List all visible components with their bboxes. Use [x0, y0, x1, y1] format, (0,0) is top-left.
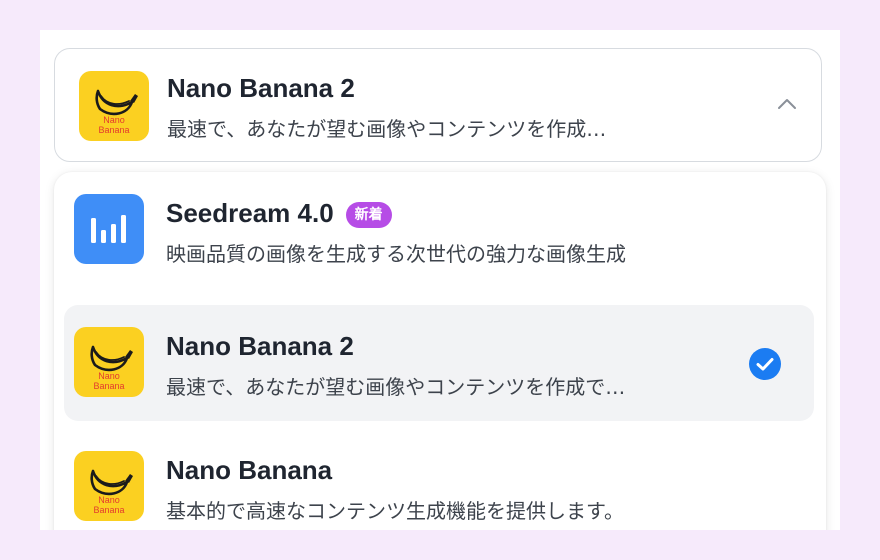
- option-title: Nano Banana: [166, 455, 333, 485]
- new-badge: 新着: [345, 202, 392, 228]
- option-nano-banana-2[interactable]: Nano Banana Nano Banana 2 最速で、あなたが望む画像やコ…: [64, 305, 814, 421]
- logo-text-line1: Nano: [103, 115, 125, 125]
- option-seedream-4-0[interactable]: Seedream 4.0 新着 映画品質の画像を生成する次世代の強力な画像生成: [64, 172, 814, 288]
- option-title: Nano Banana 2: [166, 331, 354, 361]
- model-dropdown-menu: Seedream 4.0 新着 映画品質の画像を生成する次世代の強力な画像生成 N…: [54, 172, 826, 530]
- selected-model-description: 最速で、あなたが望む画像やコンテンツを作成…: [167, 117, 607, 141]
- banana-logo-icon: Nano Banana: [74, 327, 144, 397]
- logo-text-line1: Nano: [98, 371, 120, 381]
- model-selector-panel: Nano Banana Nano Banana 2 最速で、あなたが望む画像やコ…: [40, 30, 840, 530]
- banana-logo-icon: Nano Banana: [74, 451, 144, 521]
- model-select-trigger[interactable]: Nano Banana Nano Banana 2 最速で、あなたが望む画像やコ…: [54, 48, 822, 162]
- logo-text-line2: Banana: [93, 381, 124, 391]
- chevron-up-icon[interactable]: [775, 93, 799, 117]
- option-nano-banana[interactable]: Nano Banana Nano Banana 基本的で高速なコンテンツ生成機能…: [64, 429, 814, 530]
- banana-logo-icon: Nano Banana: [79, 71, 149, 141]
- logo-text-line2: Banana: [93, 505, 124, 515]
- seedream-logo-icon: [74, 194, 144, 264]
- logo-text-line1: Nano: [98, 495, 120, 505]
- logo-text-line2: Banana: [98, 125, 129, 135]
- option-description: 基本的で高速なコンテンツ生成機能を提供します。: [166, 499, 624, 523]
- option-description: 最速で、あなたが望む画像やコンテンツを作成で…: [166, 375, 626, 399]
- checkmark-icon: [749, 348, 781, 380]
- option-title: Seedream 4.0 新着: [166, 198, 392, 228]
- option-title-text: Seedream 4.0: [166, 198, 334, 228]
- selected-model-title: Nano Banana 2: [167, 73, 355, 103]
- option-description: 映画品質の画像を生成する次世代の強力な画像生成: [166, 242, 626, 266]
- screenshot-frame: Nano Banana Nano Banana 2 最速で、あなたが望む画像やコ…: [0, 0, 880, 560]
